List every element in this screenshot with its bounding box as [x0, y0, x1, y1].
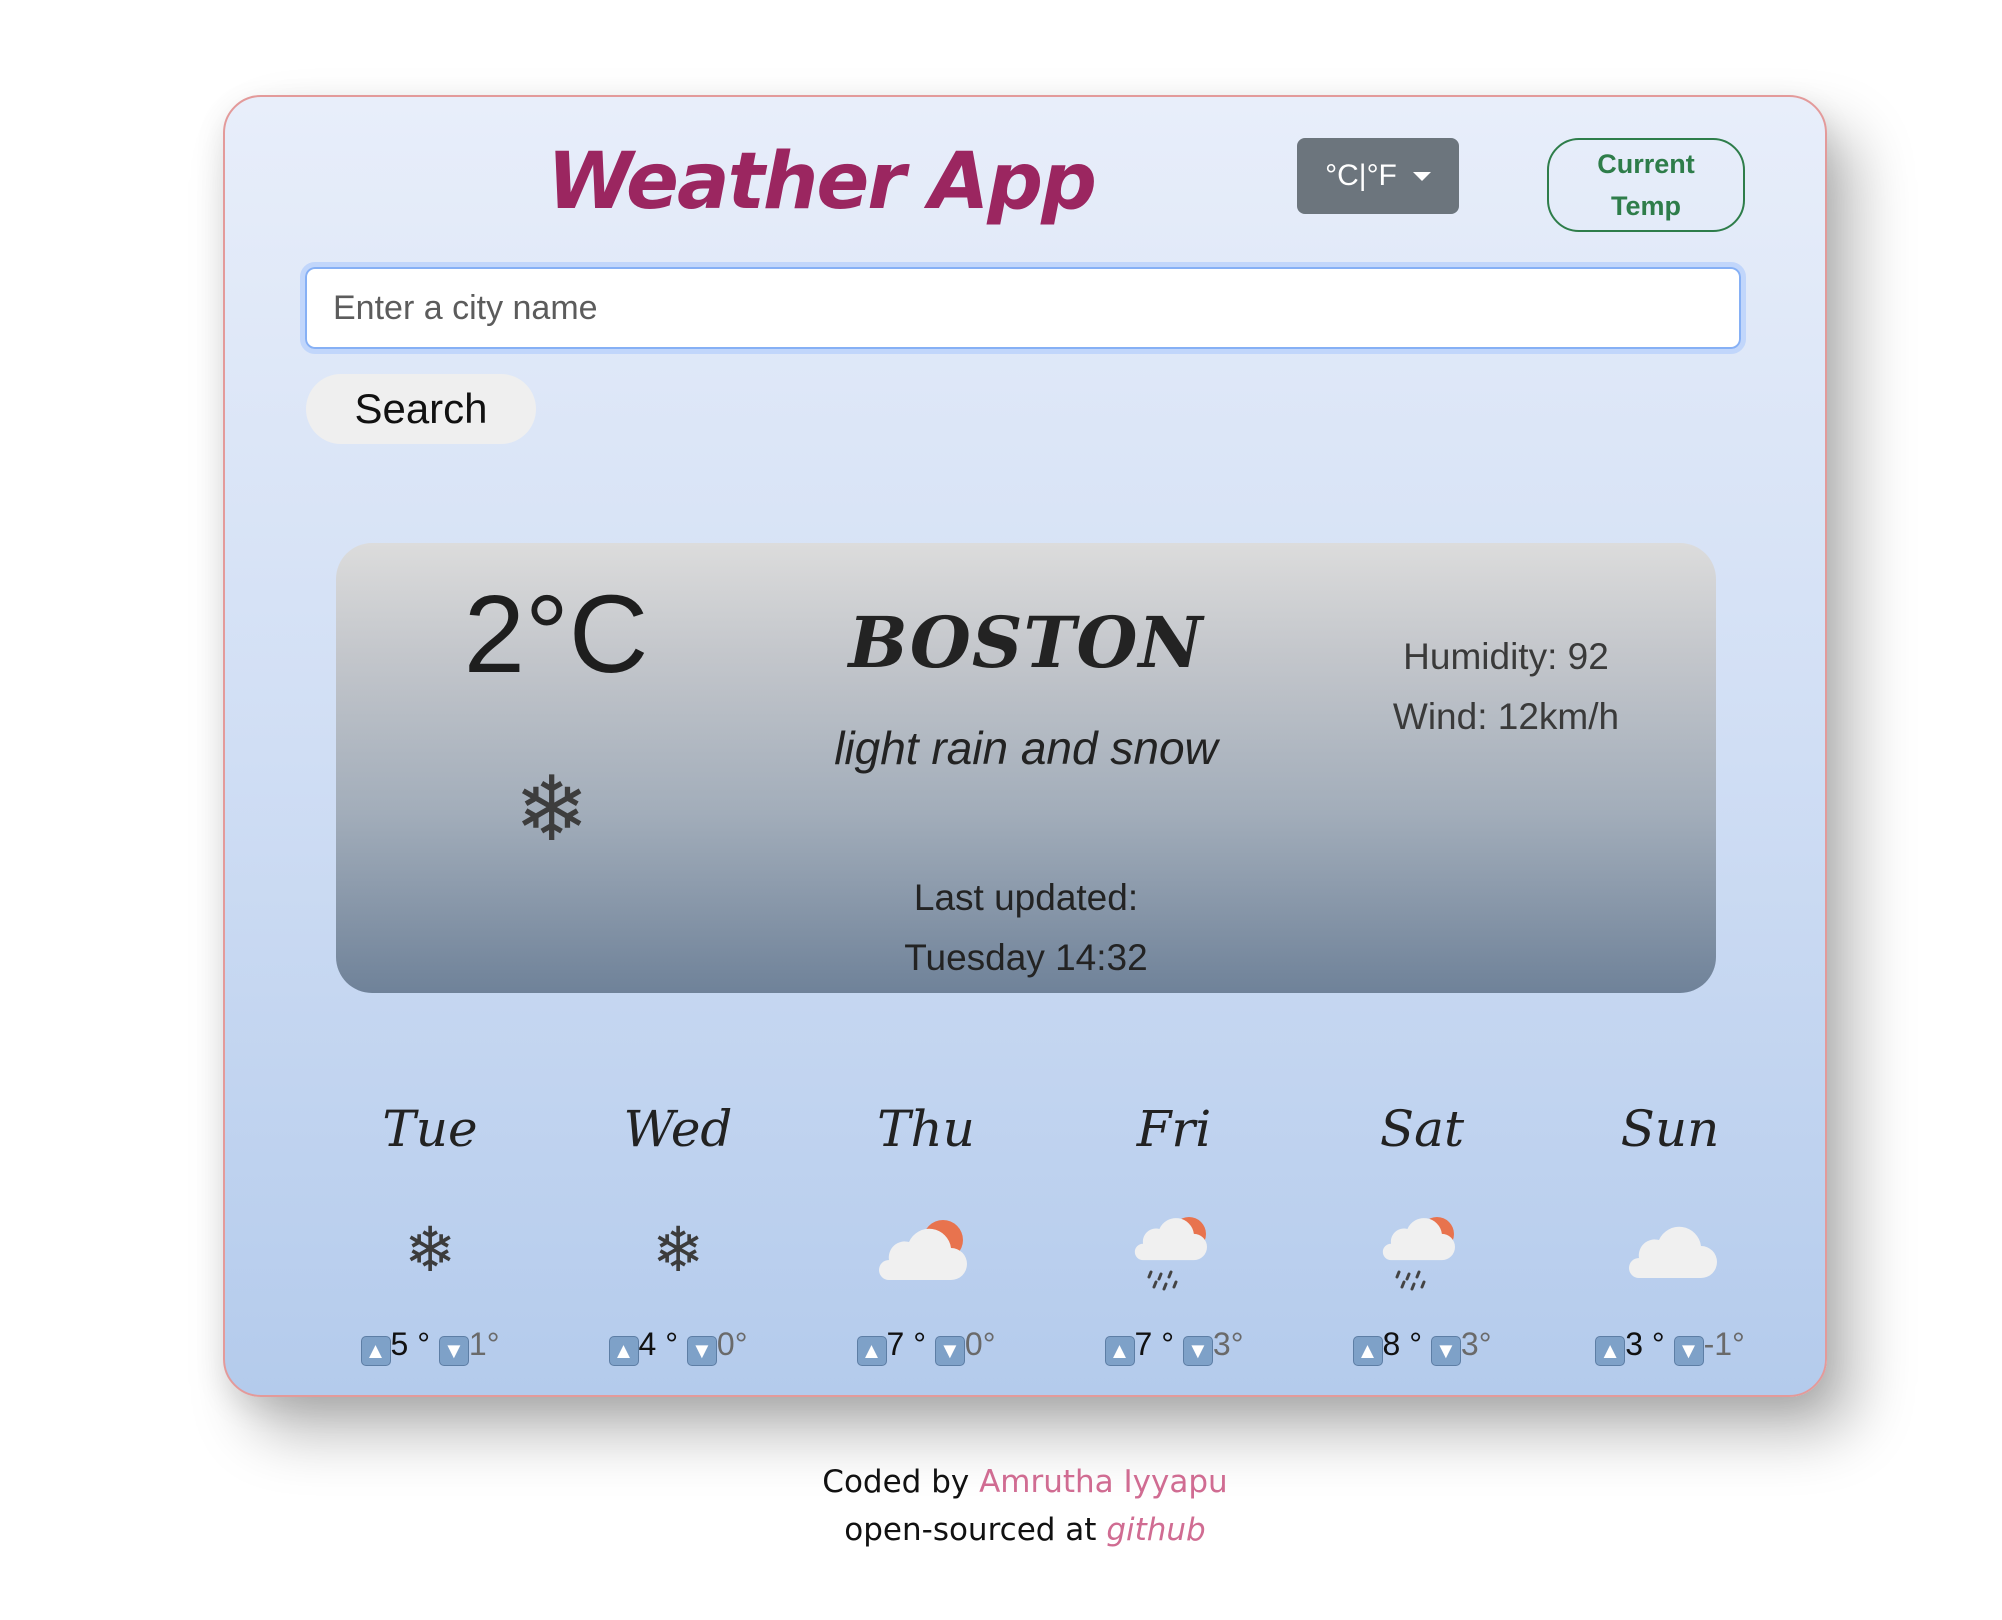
- arrow-up-icon: ▲: [1352, 1336, 1383, 1366]
- forecast-high: 3 °: [1625, 1326, 1665, 1362]
- current-weather-panel: 2°C ❄ BOSTON light rain and snow Last up…: [336, 543, 1716, 993]
- forecast-low: 3°: [1212, 1326, 1244, 1362]
- city-search-input[interactable]: [300, 262, 1746, 354]
- forecast-high: 5 °: [390, 1326, 430, 1362]
- open-sourced-text: open-sourced at: [844, 1512, 1097, 1548]
- current-temp-button[interactable]: Current Temp: [1547, 138, 1745, 232]
- forecast-row: Tue ❄ ▲ 5 ° ▼ 1° Wed ❄ ▲ 4 ° ▼ 0° Thu ▲ 7 ° ▼ 0° Fri ▲ 7…: [306, 1094, 1794, 1366]
- forecast-day-wed: Wed ❄ ▲ 4 ° ▼ 0°: [554, 1094, 802, 1366]
- forecast-temps: ▲ 8 ° ▼ 3°: [1298, 1326, 1546, 1366]
- forecast-day-name: Sat: [1379, 1100, 1465, 1158]
- last-updated: Last updated: Tuesday 14:32: [736, 868, 1316, 988]
- current-temperature: 2°C: [463, 573, 649, 696]
- snowflake-icon: ❄: [514, 760, 590, 860]
- forecast-temps: ▲ 4 ° ▼ 0°: [554, 1326, 802, 1366]
- unit-toggle-label: °C|°F: [1325, 159, 1397, 192]
- arrow-down-icon: ▼: [934, 1336, 965, 1366]
- arrow-down-icon: ▼: [1430, 1336, 1461, 1366]
- arrow-down-icon: ▼: [1673, 1336, 1704, 1366]
- forecast-day-tue: Tue ❄ ▲ 5 ° ▼ 1°: [306, 1094, 554, 1366]
- forecast-temps: ▲ 7 ° ▼ 0°: [802, 1326, 1050, 1366]
- arrow-down-icon: ▼: [1182, 1336, 1213, 1366]
- wind-value: Wind: 12km/h: [1392, 696, 1620, 737]
- forecast-temps: ▲ 7 ° ▼ 3°: [1050, 1326, 1298, 1366]
- forecast-day-fri: Fri ▲ 7 ° ▼ 3°: [1050, 1094, 1298, 1366]
- sun-cloud-rain-icon: [1298, 1206, 1546, 1296]
- sun-behind-cloud-icon: [802, 1206, 1050, 1296]
- last-updated-label: Last updated:: [913, 877, 1139, 918]
- app-title: Weather App: [547, 137, 1097, 227]
- github-link[interactable]: github: [1106, 1512, 1205, 1548]
- arrow-down-icon: ▼: [438, 1336, 469, 1366]
- arrow-up-icon: ▲: [1595, 1336, 1626, 1366]
- weather-app-card: Weather App °C|°F Current Temp Search 2°…: [223, 95, 1827, 1397]
- snowflake-icon: ❄: [652, 1216, 704, 1285]
- author-link[interactable]: Amrutha Iyyapu: [979, 1464, 1228, 1500]
- arrow-up-icon: ▲: [856, 1336, 887, 1366]
- weather-stats: Humidity: 92 Wind: 12km/h: [1296, 627, 1716, 747]
- arrow-up-icon: ▲: [1104, 1336, 1135, 1366]
- forecast-day-sat: Sat ▲ 8 ° ▼ 3°: [1298, 1094, 1546, 1366]
- weather-condition: light rain and snow: [834, 722, 1218, 774]
- forecast-high: 7 °: [1134, 1326, 1174, 1362]
- search-button[interactable]: Search: [306, 374, 536, 444]
- forecast-high: 4 °: [638, 1326, 678, 1362]
- forecast-day-name: Wed: [623, 1100, 733, 1158]
- coded-by-text: Coded by: [822, 1464, 970, 1500]
- forecast-low: 1°: [468, 1326, 500, 1362]
- forecast-high: 7 °: [886, 1326, 926, 1362]
- forecast-low: -1°: [1703, 1326, 1745, 1362]
- forecast-day-name: Tue: [382, 1100, 478, 1158]
- forecast-day-sun: Sun ▲ 3 ° ▼ -1°: [1546, 1094, 1794, 1366]
- forecast-day-name: Thu: [877, 1100, 975, 1158]
- city-name: BOSTON: [848, 601, 1204, 684]
- forecast-temps: ▲ 5 ° ▼ 1°: [306, 1326, 554, 1366]
- forecast-day-name: Sun: [1620, 1100, 1720, 1158]
- forecast-day-name: Fri: [1136, 1100, 1212, 1158]
- last-updated-value: Tuesday 14:32: [904, 937, 1148, 978]
- snowflake-icon: ❄: [404, 1216, 456, 1285]
- arrow-up-icon: ▲: [360, 1336, 391, 1366]
- humidity-value: Humidity: 92: [1403, 636, 1609, 677]
- arrow-down-icon: ▼: [686, 1336, 717, 1366]
- forecast-low: 0°: [716, 1326, 748, 1362]
- caret-down-icon: [1412, 171, 1431, 181]
- footer: Coded by Amrutha Iyyapu open-sourced at …: [0, 1458, 2002, 1554]
- arrow-up-icon: ▲: [608, 1336, 639, 1366]
- cloud-icon: [1546, 1206, 1794, 1296]
- forecast-high: 8 °: [1382, 1326, 1422, 1362]
- forecast-low: 0°: [964, 1326, 996, 1362]
- sun-cloud-rain-icon: [1050, 1206, 1298, 1296]
- forecast-temps: ▲ 3 ° ▼ -1°: [1546, 1326, 1794, 1366]
- unit-toggle-dropdown[interactable]: °C|°F: [1297, 138, 1459, 214]
- forecast-day-thu: Thu ▲ 7 ° ▼ 0°: [802, 1094, 1050, 1366]
- forecast-low: 3°: [1460, 1326, 1492, 1362]
